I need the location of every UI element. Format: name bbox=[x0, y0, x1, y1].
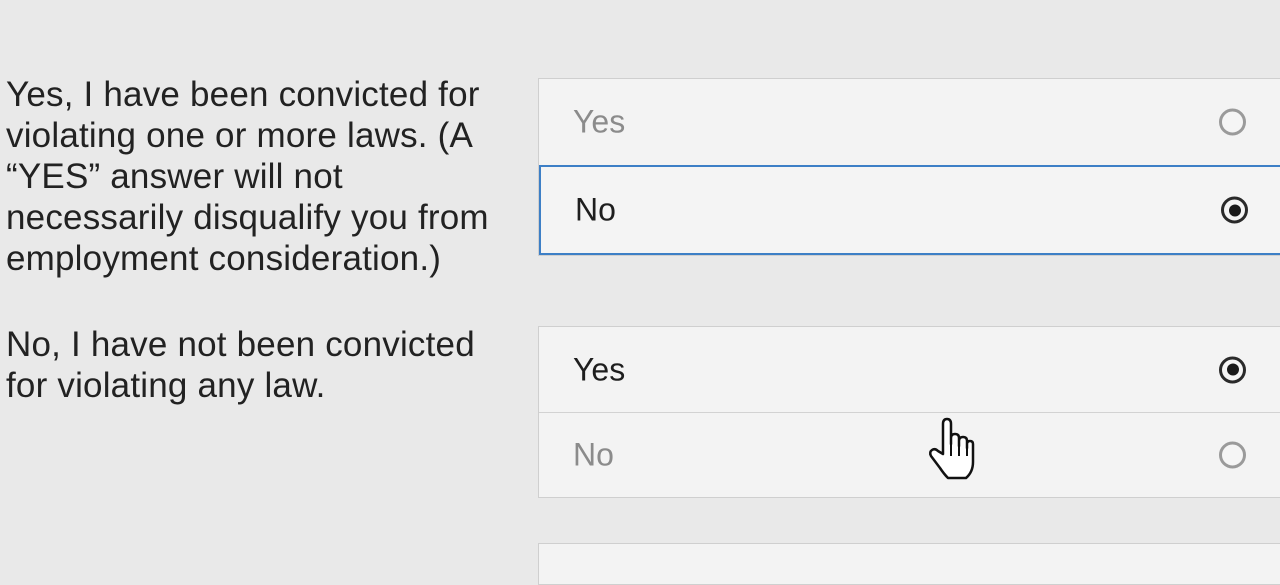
radio-group-conviction-no: Yes No bbox=[538, 326, 1280, 498]
question-conviction-yes-text: Yes, I have been convicted for violating… bbox=[6, 75, 489, 278]
radio-option-yes[interactable]: Yes bbox=[539, 79, 1280, 165]
radio-unchecked-icon[interactable] bbox=[1219, 108, 1246, 136]
next-radio-group-partial bbox=[538, 543, 1280, 585]
question-conviction-no-text: No, I have not been convicted for violat… bbox=[6, 325, 475, 405]
radio-unchecked-icon[interactable] bbox=[1219, 441, 1246, 469]
radio-option-label: No bbox=[575, 191, 616, 228]
hand-pointer-icon bbox=[928, 417, 975, 480]
radio-option-label: Yes bbox=[573, 351, 626, 387]
radio-option-label: Yes bbox=[573, 103, 626, 140]
radio-option-no[interactable]: No bbox=[539, 413, 1280, 497]
radio-checked-icon[interactable] bbox=[1221, 196, 1248, 224]
radio-group-conviction-yes: Yes No bbox=[538, 78, 1280, 256]
radio-option-yes[interactable]: Yes bbox=[539, 327, 1280, 413]
radio-option-no[interactable]: No bbox=[539, 165, 1280, 255]
radio-option-label: No bbox=[573, 436, 614, 473]
radio-checked-icon[interactable] bbox=[1219, 356, 1246, 383]
